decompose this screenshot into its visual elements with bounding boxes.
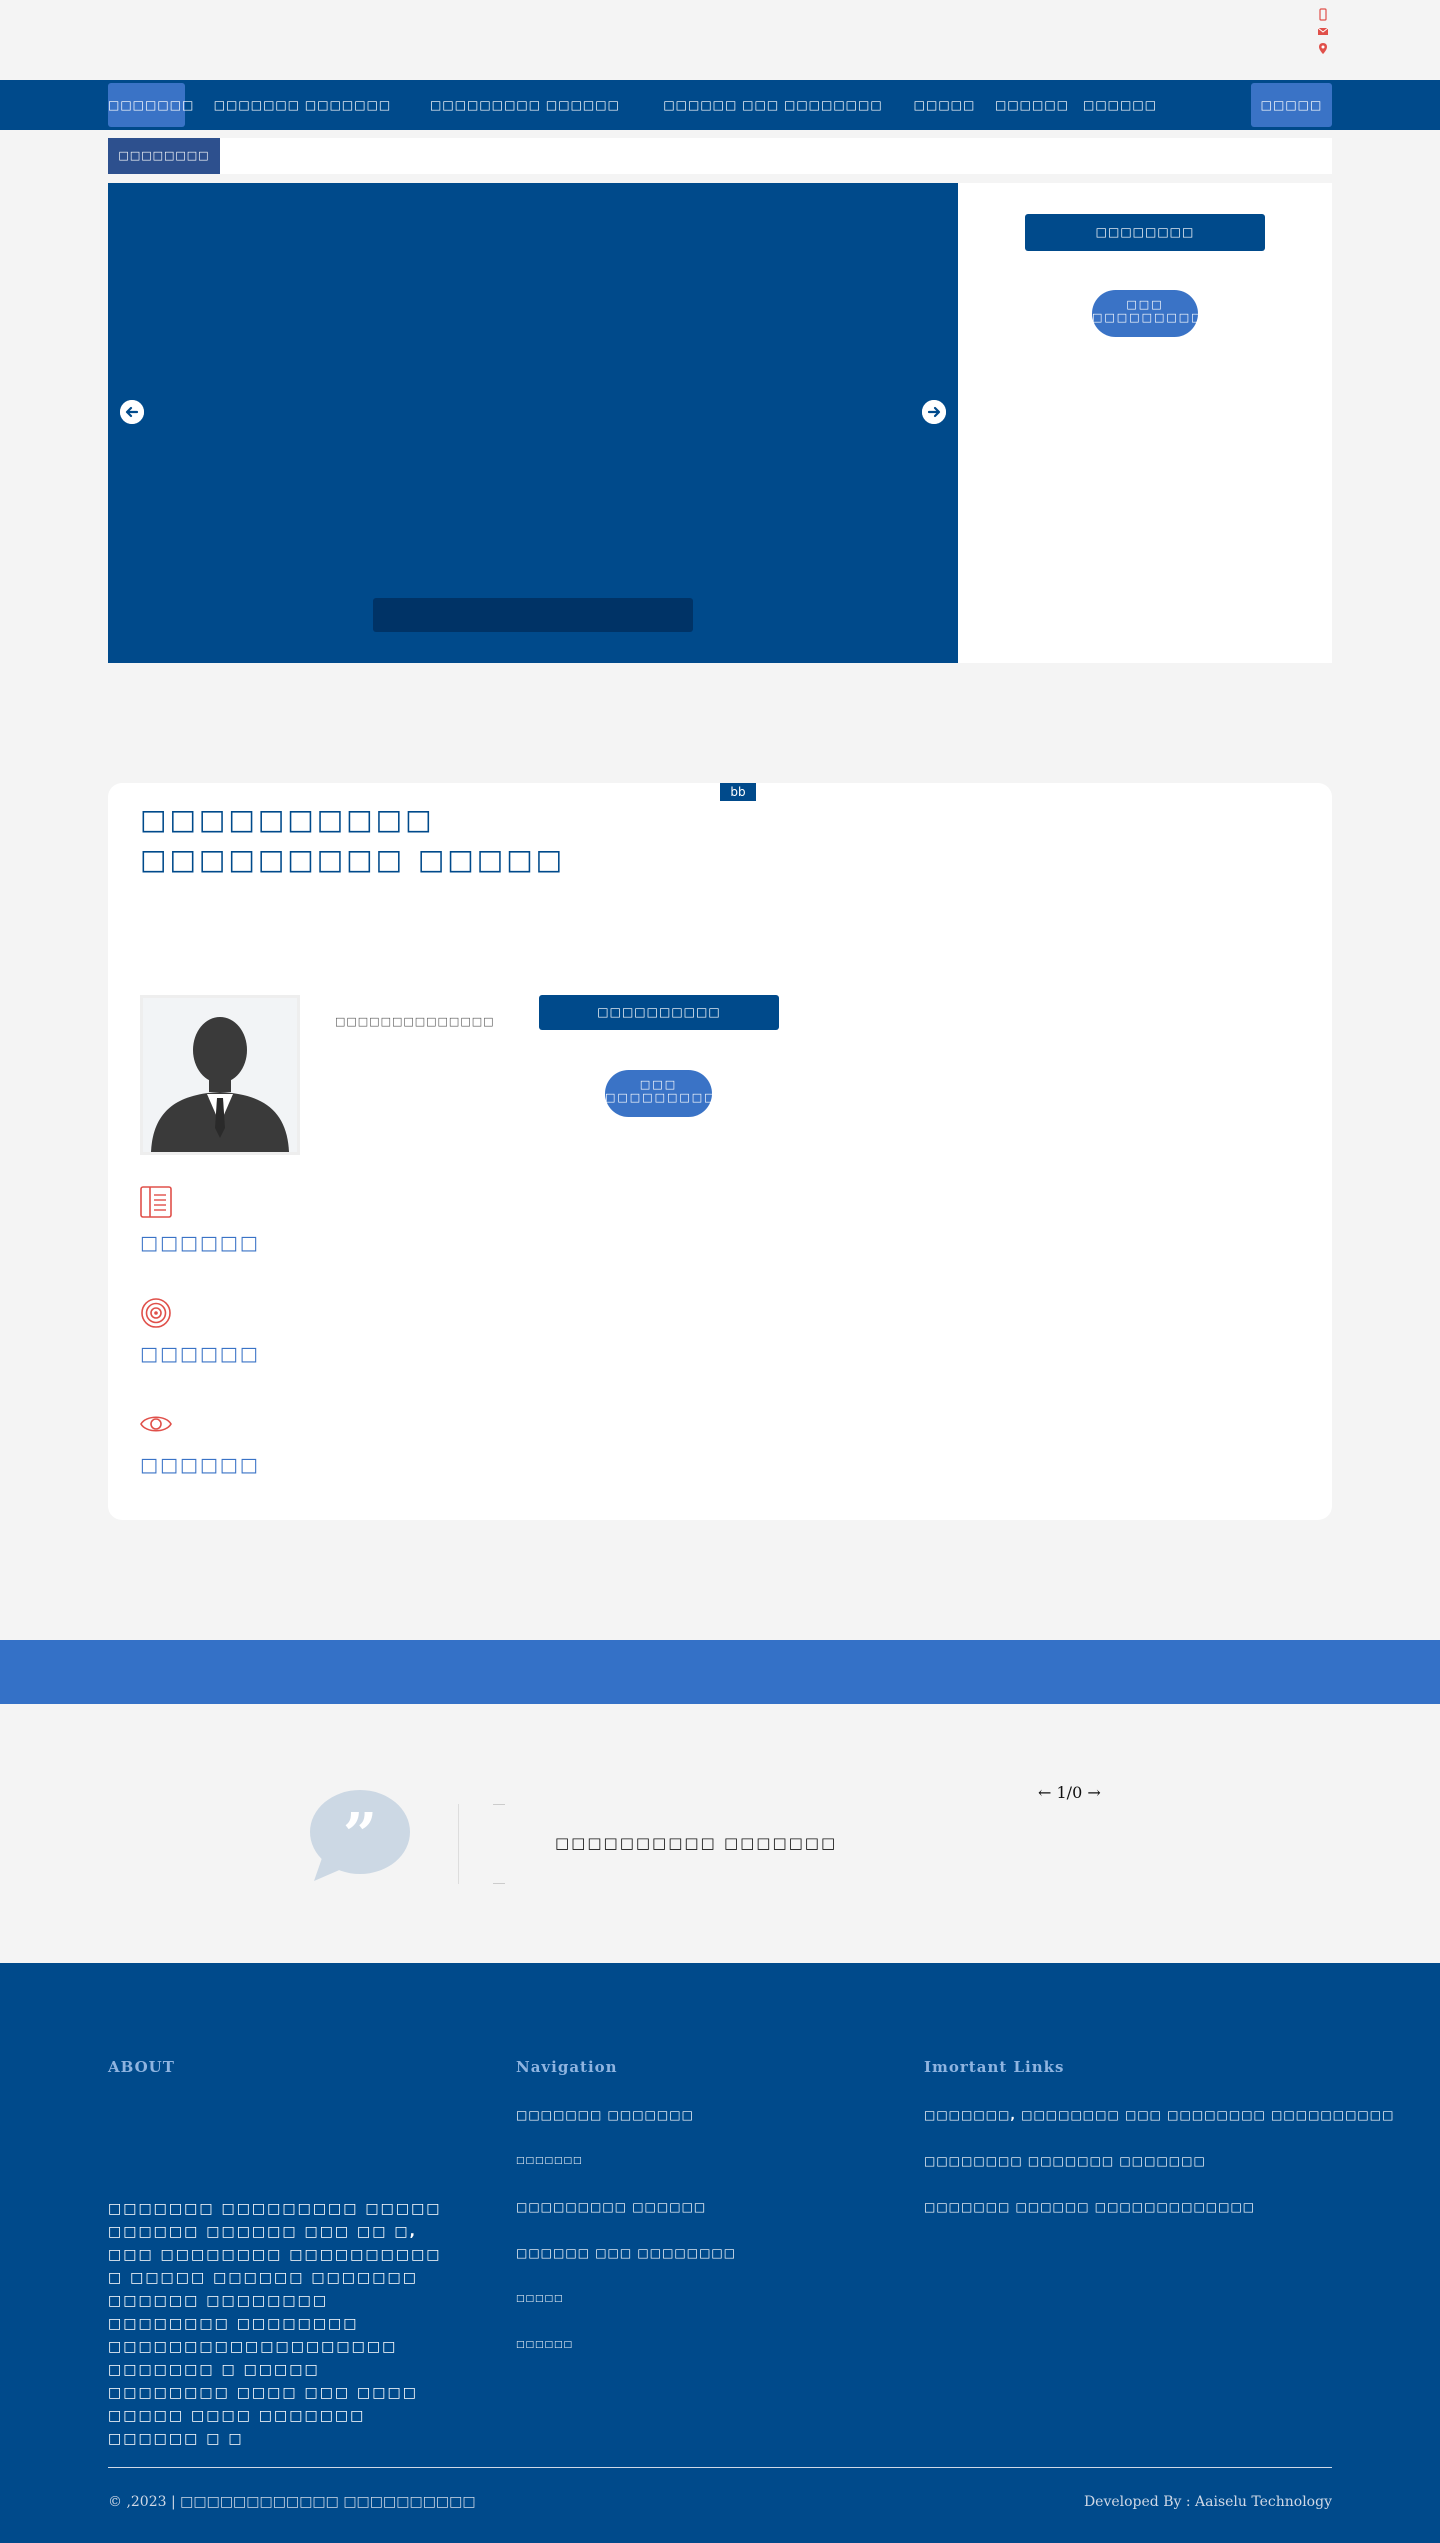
nav-item-4[interactable]: □□□□□□ □□□ □□□□□□□□ <box>648 83 898 127</box>
pager-count: 1/0 <box>1056 1783 1083 1802</box>
eye-icon <box>140 1408 172 1440</box>
footer-divider <box>108 2467 1332 2468</box>
side-panel-pill-button[interactable]: □□□ □□□□□□□□□□ <box>1092 290 1214 337</box>
slider-caption <box>373 598 693 632</box>
nav-item-7[interactable]: □□□□□□ <box>1083 83 1156 127</box>
footer-important-link-2[interactable]: □□□□□□□□ □□□□□□□ □□□□□□□ <box>924 2154 1206 2168</box>
notice-label: □□□□□□□□ <box>108 138 220 174</box>
arrow-left-icon <box>120 400 144 424</box>
top-bar <box>0 0 1440 80</box>
side-panel <box>958 183 1332 663</box>
feature-label-2: □□□□□□ <box>140 1343 260 1365</box>
location-pin-icon[interactable] <box>1317 40 1329 54</box>
about-image: bb <box>720 783 756 801</box>
footer-important-link-1[interactable]: □□□□□□□, □□□□□□□□ □□□ □□□□□□□□ □□□□□□□□□… <box>924 2108 1394 2122</box>
pager-next-icon[interactable]: → <box>1087 1783 1100 1802</box>
footer-nav-link-5[interactable]: □□□□□ <box>516 2294 564 2304</box>
feature-label-1: □□□□□□ <box>140 1232 260 1254</box>
nav-item-2[interactable]: □□□□□□□ □□□□□□□ <box>200 83 405 127</box>
person-name: □□□□□□□□□□□□□□ <box>335 1015 495 1028</box>
about-button[interactable]: □□□□□□□□□□ <box>539 995 779 1030</box>
quote-bubble-icon: ” <box>308 1788 412 1882</box>
phone-icon[interactable] <box>1317 6 1329 21</box>
nav-item-home[interactable]: □□□□□□□ <box>108 83 193 127</box>
svg-text:”: ” <box>343 1801 378 1871</box>
footer-about-text: □□□□□□□ □□□□□□□□□ □□□□□ □□□□□□ □□□□□□ □□… <box>108 2201 442 2447</box>
envelope-icon[interactable] <box>1317 23 1329 36</box>
copyright-text: © ,2023 | □□□□□□□□□□□□ □□□□□□□□□□ <box>108 2494 476 2510</box>
person-silhouette-icon <box>143 998 297 1152</box>
footer-nav-link-2[interactable]: □□□□□□□ <box>516 2156 583 2166</box>
footer-important-link-3[interactable]: □□□□□□□ □□□□□□ □□□□□□□□□□□□□ <box>924 2200 1255 2214</box>
slider-next-button[interactable] <box>922 400 946 424</box>
about-title: □□□□□□□□□□ □□□□□□□□□ □□□□□ <box>140 803 566 876</box>
footer-nav-link-6[interactable]: □□□□□□ <box>516 2340 573 2350</box>
main-navbar: □□□□□□□ □□□□□□□ □□□□□□□ □□□□□□□□□ □□□□□□… <box>0 80 1440 130</box>
nav-item-6[interactable]: □□□□□□ <box>995 83 1068 127</box>
blue-band <box>0 1640 1440 1704</box>
hero-slider <box>108 183 958 663</box>
footer-nav-link-1[interactable]: □□□□□□□ □□□□□□□ <box>516 2108 694 2122</box>
login-button[interactable]: □□□□□ <box>1251 83 1332 127</box>
nav-item-3[interactable]: □□□□□□□□□ □□□□□□ <box>420 83 630 127</box>
about-pill-button[interactable]: □□□ □□□□□□□□□□ <box>605 1070 727 1117</box>
target-icon <box>140 1297 172 1329</box>
testimonial-text: □□□□□□□□□□ □□□□□□□ <box>555 1834 838 1852</box>
pager-prev-icon[interactable]: ← <box>1038 1783 1051 1802</box>
footer-nav-heading: Navigation <box>516 2058 618 2076</box>
avatar <box>140 995 300 1155</box>
arrow-right-icon <box>922 400 946 424</box>
feature-label-3: □□□□□□ <box>140 1454 260 1476</box>
footer-nav-link-4[interactable]: □□□□□□ □□□ □□□□□□□□ <box>516 2246 736 2260</box>
slider-prev-button[interactable] <box>120 400 144 424</box>
footer-nav-link-3[interactable]: □□□□□□□□□ □□□□□□ <box>516 2200 706 2214</box>
nav-item-5[interactable]: □□□□□ <box>912 83 977 127</box>
notice-ticker <box>108 138 1332 174</box>
footer-about-heading: ABOUT <box>108 2058 175 2076</box>
testimonial-pager: ← 1/0 → <box>1038 1783 1101 1802</box>
side-panel-button[interactable]: □□□□□□□□ <box>1025 214 1265 251</box>
book-icon <box>140 1186 172 1218</box>
contact-icons <box>1316 6 1330 54</box>
developer-credit[interactable]: Developed By : Aaiselu Technology <box>1084 2494 1332 2510</box>
testimonial-thumbnail <box>458 1804 538 1884</box>
footer-links-heading: Imortant Links <box>924 2058 1065 2076</box>
